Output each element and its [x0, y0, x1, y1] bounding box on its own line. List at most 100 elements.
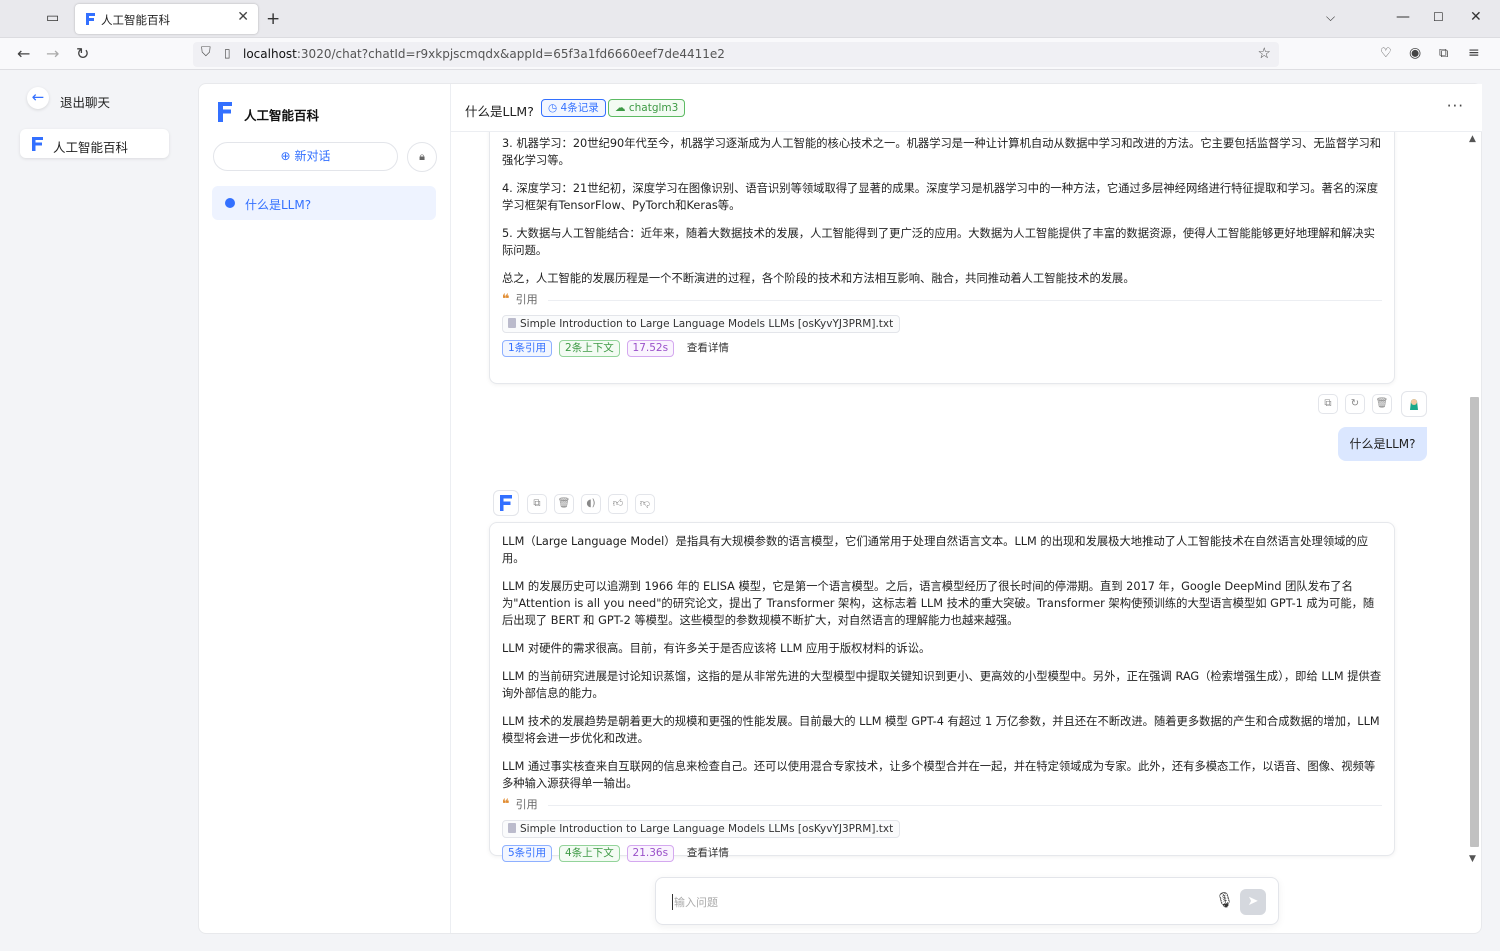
context-tag[interactable]: 2条上下文	[559, 340, 620, 357]
account-icon[interactable]: ◉	[1409, 45, 1421, 61]
address-bar[interactable]: ⛉ ▯ localhost:3020/chat?chatId=r9xkpjscm…	[193, 42, 1279, 67]
answer-paragraph: LLM（Large Language Model）是指具有大规模参数的语言模型，…	[502, 535, 1369, 565]
microphone-icon[interactable]: 🎙︎	[1215, 891, 1234, 909]
chat-header: 什么是LLM? ◷ 4条记录 ☁ chatglm3 ···	[451, 84, 1482, 132]
quote-icon: ❝	[502, 797, 510, 812]
delete-icon[interactable]: 🗑︎	[554, 494, 574, 514]
refs-tag[interactable]: 1条引用	[502, 340, 553, 357]
maximize-icon[interactable]: ☐	[1433, 10, 1444, 24]
chat-title: 什么是LLM?	[465, 104, 534, 119]
back-arrow-icon[interactable]: ←	[17, 44, 30, 63]
context-tag[interactable]: 4条上下文	[559, 845, 620, 862]
close-tab-icon[interactable]: ✕	[237, 9, 249, 25]
answer-paragraph: 3. 机器学习：20世纪90年代至今，机器学习逐渐成为人工智能的核心技术之一。机…	[502, 137, 1382, 167]
new-tab-button[interactable]: +	[266, 9, 280, 29]
delete-icon[interactable]: 🗑︎	[1372, 394, 1392, 414]
app-logo-icon	[500, 495, 512, 511]
more-options-icon[interactable]: ···	[1447, 97, 1464, 115]
answer-paragraph: LLM 对硬件的需求很高。目前，有许多关于是否应该将 LLM 应用于版权材料的诉…	[502, 642, 931, 655]
bot-message-card: LLM（Large Language Model）是指具有大规模参数的语言模型，…	[489, 522, 1395, 862]
model-badge: ☁ chatglm3	[608, 99, 686, 117]
menu-icon[interactable]: ≡	[1468, 45, 1480, 61]
answer-paragraph: LLM 通过事实核查来自互联网的信息来检查自己。还可以使用混合专家技术，让多个模…	[502, 760, 1376, 790]
app-card[interactable]: 人工智能百科	[20, 129, 169, 158]
time-tag[interactable]: 21.36s	[626, 845, 675, 862]
tab-overflow-icon[interactable]: ⌵	[1326, 10, 1335, 25]
forward-arrow-icon[interactable]: →	[46, 44, 59, 63]
bookmark-star-icon[interactable]: ☆	[1258, 44, 1271, 62]
detail-link[interactable]: 查看详情	[681, 340, 735, 357]
app-logo-icon	[32, 137, 43, 151]
source-file-chip[interactable]: Simple Introduction to Large Language Mo…	[502, 315, 901, 333]
history-item-label: 什么是LLM?	[245, 198, 312, 212]
tab-title: 人工智能百科	[101, 13, 170, 27]
new-chat-label: 新对话	[294, 149, 331, 163]
tab-list-icon[interactable]: ▭	[46, 10, 59, 26]
cloud-icon: ☁	[615, 102, 626, 114]
pocket-icon[interactable]: ♡	[1380, 46, 1392, 61]
quote-header: ❝ 引用	[502, 796, 1382, 816]
answer-paragraph: LLM 技术的发展趋势是朝着更大的规模和更强的性能发展。目前最大的 LLM 模型…	[502, 715, 1380, 745]
url-text: localhost:3020/chat?chatId=r9xkpjscmqdx&…	[243, 47, 725, 61]
message-scroll[interactable]: 3. 机器学习：20世纪90年代至今，机器学习逐渐成为人工智能的核心技术之一。机…	[451, 132, 1482, 872]
app-root: ← 退出聊天 人工智能百科 人工智能百科 ⊕ 新对话 🔒︎ 什么是LLM? 什么…	[0, 70, 1500, 951]
answer-paragraph: 4. 深度学习：21世纪初，深度学习在图像识别、语音识别等领域取得了显著的成果。…	[502, 182, 1379, 212]
send-icon[interactable]: ➤	[1240, 889, 1266, 915]
bot-avatar	[493, 490, 519, 516]
app-logo-icon	[218, 102, 232, 122]
page-icon: ▯	[224, 46, 231, 60]
thumbs-up-icon[interactable]: 👍︎	[608, 494, 628, 514]
clock-icon: ◷	[548, 102, 558, 114]
lock-icon[interactable]: 🔒︎	[407, 142, 437, 172]
chat-input-box[interactable]: 输入问题 🎙︎ ➤	[655, 877, 1279, 925]
answer-paragraph: 5. 大数据与人工智能结合：近年来，随着大数据技术的发展，人工智能得到了更广泛的…	[502, 227, 1375, 257]
extensions-icon[interactable]: ⧉	[1439, 46, 1448, 61]
quote-icon: ❝	[502, 292, 510, 307]
bot-message-card: 3. 机器学习：20世纪90年代至今，机器学习逐渐成为人工智能的核心技术之一。机…	[489, 132, 1395, 384]
user-avatar-icon	[1410, 399, 1418, 410]
quote-header: ❝ 引用	[502, 291, 1382, 311]
shield-icon[interactable]: ⛉	[201, 45, 211, 60]
chat-bubble-icon: ⊕	[280, 149, 291, 163]
app-card-name: 人工智能百科	[53, 140, 129, 155]
copy-icon[interactable]: ⧉	[1318, 394, 1338, 414]
new-chat-button[interactable]: ⊕ 新对话	[213, 142, 398, 171]
minimize-icon[interactable]: —	[1396, 9, 1410, 25]
scroll-down-icon[interactable]: ▼	[1469, 854, 1476, 864]
browser-titlebar: ▭ 人工智能百科 ✕ + ⌵ — ☐ ✕	[0, 0, 1500, 38]
time-tag[interactable]: 17.52s	[626, 340, 675, 357]
thumbs-down-icon[interactable]: 👎︎	[635, 494, 655, 514]
answer-paragraph: LLM 的发展历史可以追溯到 1966 年的 ELISA 模型，它是第一个语言模…	[502, 580, 1375, 627]
answer-tags: 1条引用 2条上下文 17.52s 查看详情	[502, 340, 1382, 360]
speaker-icon[interactable]: ◖)	[581, 494, 601, 514]
chat-sidebar: 人工智能百科 ⊕ 新对话 🔒︎ 什么是LLM?	[199, 84, 451, 933]
chat-area: 什么是LLM? ◷ 4条记录 ☁ chatglm3 ··· 3. 机器学习：20…	[451, 84, 1482, 933]
exit-chat-label[interactable]: 退出聊天	[60, 92, 110, 111]
detail-link[interactable]: 查看详情	[681, 845, 735, 862]
chat-input[interactable]: 输入问题	[672, 894, 718, 910]
chat-dot-icon	[225, 198, 235, 208]
answer-paragraph: LLM 的当前研究进展是讨论知识蒸馏，这指的是从非常先进的大型模型中提取关键知识…	[502, 670, 1382, 700]
records-badge: ◷ 4条记录	[541, 99, 606, 117]
scroll-up-icon[interactable]: ▲	[1469, 134, 1476, 144]
browser-navbar: ← → ↻ ⛉ ▯ localhost:3020/chat?chatId=r9x…	[0, 38, 1500, 70]
exit-chat-icon[interactable]: ←	[27, 87, 49, 109]
source-file-chip[interactable]: Simple Introduction to Large Language Mo…	[502, 820, 901, 838]
file-icon	[508, 823, 516, 833]
history-item[interactable]: 什么是LLM?	[212, 186, 436, 220]
refs-tag[interactable]: 5条引用	[502, 845, 553, 862]
answer-paragraph: 总之，人工智能的发展历程是一个不断演进的过程，各个阶段的技术和方法相互影响、融合…	[502, 272, 1135, 285]
browser-tab[interactable]: 人工智能百科 ✕	[75, 4, 258, 34]
copy-icon[interactable]: ⧉	[527, 494, 547, 514]
user-message-bubble: 什么是LLM?	[1338, 427, 1427, 461]
sidebar-title: 人工智能百科	[244, 108, 320, 123]
chat-panel: 人工智能百科 ⊕ 新对话 🔒︎ 什么是LLM? 什么是LLM? ◷ 4条记录 ☁…	[198, 83, 1482, 934]
scrollbar-thumb[interactable]	[1470, 397, 1479, 847]
file-icon	[508, 318, 516, 328]
scrollbar[interactable]: ▲ ▼	[1468, 132, 1480, 872]
close-window-icon[interactable]: ✕	[1470, 9, 1482, 25]
reload-icon[interactable]: ↻	[76, 44, 89, 63]
app-logo-icon	[86, 13, 95, 25]
retry-icon[interactable]: ↻	[1345, 394, 1365, 414]
answer-tags: 5条引用 4条上下文 21.36s 查看详情	[502, 845, 1382, 865]
